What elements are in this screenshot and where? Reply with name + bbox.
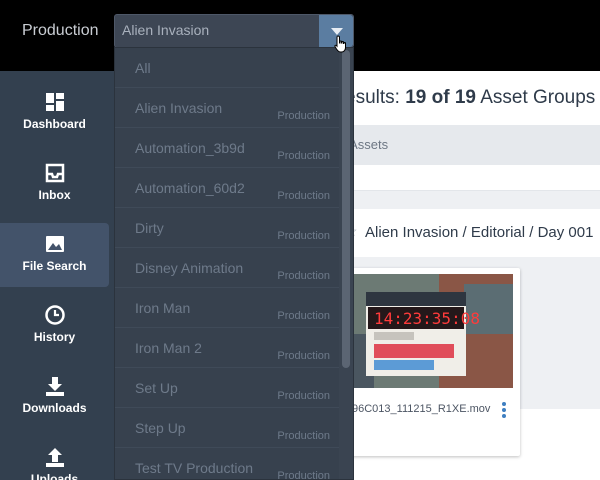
sidebar-item-label: History — [33, 330, 76, 344]
dropdown-option-label: Automation_60d2 — [135, 180, 245, 196]
asset-group-path[interactable]: Alien Invasion / Editorial / Day 001 — [365, 224, 593, 241]
production-dropdown-list: All Alien Invasion Production Automation… — [114, 47, 354, 480]
chevron-down-icon — [331, 28, 343, 35]
dropdown-option[interactable]: Set Up Production — [115, 368, 340, 408]
dropdown-option-label: Iron Man 2 — [135, 340, 202, 356]
dropdown-option-all[interactable]: All — [115, 48, 340, 88]
dropdown-option-tag: Production — [277, 230, 330, 242]
dropdown-option-label: Iron Man — [135, 300, 191, 316]
image-icon — [46, 236, 64, 252]
asset-group-header: ☆ Alien Invasion / Editorial / Day 001 — [339, 209, 600, 257]
dropdown-option-tag: Production — [277, 150, 330, 162]
svg-text:14:23:35:08: 14:23:35:08 — [374, 309, 480, 328]
dropdown-option-label: Set Up — [135, 380, 178, 396]
sidebar-item-label: Dashboard — [23, 117, 86, 131]
dropdown-option-label: Step Up — [135, 420, 186, 436]
sidebar-item-dashboard[interactable]: Dashboard — [0, 81, 109, 145]
dropdown-option-label: Test TV Production — [135, 460, 254, 476]
asset-filename: 96C013_111215_R1XE.mov — [352, 403, 491, 415]
sidebar-item-inbox[interactable]: Inbox — [0, 152, 109, 216]
upload-icon — [46, 448, 64, 467]
dropdown-option[interactable]: Disney Animation Production — [115, 248, 340, 288]
results-count: 19 of 19 — [405, 87, 476, 108]
more-vertical-icon[interactable] — [500, 402, 508, 418]
asset-card[interactable]: 14:23:35:08 96C013_111215_R1XE.mov — [338, 268, 520, 456]
dropdown-option[interactable]: Alien Invasion Production — [115, 88, 340, 128]
dropdown-option[interactable]: Automation_3b9d Production — [115, 128, 340, 168]
sidebar-item-label: Uploads — [30, 472, 79, 480]
sidebar-item-label: Inbox — [38, 188, 71, 202]
dropdown-option-tag: Production — [277, 470, 330, 480]
app-window: Production Alien Invasion Dashboard Inbo… — [0, 0, 600, 480]
results-tabs: n Assets — [339, 125, 600, 165]
dropdown-option-label: Alien Invasion — [135, 100, 223, 116]
dropdown-option-tag: Production — [277, 390, 330, 402]
sidebar-item-downloads[interactable]: Downloads — [0, 365, 109, 429]
sidebar-item-label: File Search — [22, 259, 87, 273]
asset-thumbnail[interactable]: 14:23:35:08 — [344, 274, 513, 388]
results-prefix: esults: — [345, 87, 406, 108]
sidebar: Dashboard Inbox File Search History Down… — [0, 71, 114, 480]
inbox-icon — [45, 163, 65, 183]
sidebar-item-history[interactable]: History — [0, 294, 109, 358]
dropdown-scrollbar-thumb[interactable] — [342, 50, 350, 368]
results-suffix: Asset Groups — [475, 87, 596, 108]
dropdown-option-tag: Production — [277, 110, 330, 122]
dropdown-option[interactable]: Automation_60d2 Production — [115, 168, 340, 208]
dropdown-scrollbar[interactable] — [339, 48, 353, 479]
clock-icon — [45, 305, 65, 325]
filter-bar — [339, 165, 600, 191]
production-select[interactable]: Alien Invasion — [114, 14, 354, 48]
dropdown-option-tag: Production — [277, 310, 330, 322]
production-select-value: Alien Invasion — [122, 22, 210, 38]
dashboard-icon — [46, 93, 64, 111]
dropdown-option[interactable]: Iron Man Production — [115, 288, 340, 328]
sidebar-item-label: Downloads — [22, 401, 87, 415]
dropdown-option-tag: Production — [277, 190, 330, 202]
sidebar-item-uploads[interactable]: Uploads — [0, 436, 109, 480]
dropdown-option[interactable]: Iron Man 2 Production — [115, 328, 340, 368]
production-label: Production — [22, 22, 99, 39]
dropdown-option-label: Dirty — [135, 220, 164, 236]
dropdown-option[interactable]: Step Up Production — [115, 408, 340, 448]
dropdown-option-label: Automation_3b9d — [135, 140, 245, 156]
dropdown-option[interactable]: Dirty Production — [115, 208, 340, 248]
dropdown-option-tag: Production — [277, 430, 330, 442]
results-heading: esults: 19 of 19 Asset Groups — [345, 87, 595, 109]
download-icon — [46, 377, 64, 396]
dropdown-option-label: Disney Animation — [135, 260, 244, 276]
dropdown-option-tag: Production — [277, 270, 330, 282]
hand-cursor-icon — [334, 35, 346, 53]
dropdown-option[interactable]: Test TV Production Production — [115, 448, 340, 480]
dropdown-option-label: All — [135, 60, 151, 76]
sidebar-item-file-search[interactable]: File Search — [0, 223, 109, 287]
dropdown-option-tag: Production — [277, 350, 330, 362]
